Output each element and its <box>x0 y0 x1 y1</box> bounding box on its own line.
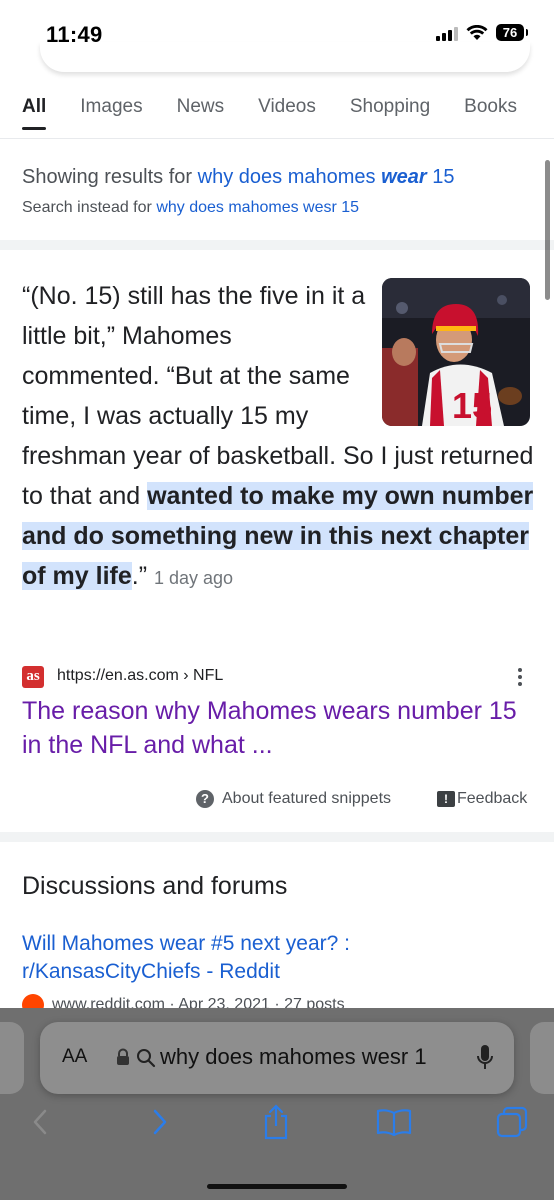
share-button[interactable] <box>256 1102 296 1142</box>
as-favicon: as <box>22 666 44 688</box>
section-divider <box>0 240 554 250</box>
showing-prefix: Showing results for <box>22 166 193 188</box>
book-icon <box>376 1109 412 1136</box>
wifi-icon <box>466 24 488 40</box>
tab-videos[interactable]: Videos <box>258 96 316 136</box>
next-tab-peek[interactable] <box>530 1022 554 1094</box>
snippet-thumbnail[interactable]: 15 <box>382 278 530 426</box>
search-box[interactable] <box>40 42 530 72</box>
address-bar[interactable]: AA why does mahomes wesr 1 <box>40 1022 514 1094</box>
showing-results-line: Showing results for why does mahomes wea… <box>22 166 542 189</box>
help-icon: ? <box>196 790 214 808</box>
safari-toolbar <box>0 1102 554 1152</box>
microphone-icon[interactable] <box>476 1044 494 1072</box>
search-tabs: All Images News Videos Shopping Books <box>22 96 554 136</box>
snippet-source[interactable]: as https://en.as.com › NFL <box>22 664 542 692</box>
scrollbar[interactable] <box>545 160 550 300</box>
back-button[interactable] <box>20 1102 60 1142</box>
previous-tab-peek[interactable] <box>0 1022 24 1094</box>
instead-prefix: Search instead for <box>22 199 152 216</box>
safari-bottom-bar: AA why does mahomes wesr 1 <box>0 1008 554 1200</box>
source-url[interactable]: https://en.as.com › NFL <box>57 667 223 685</box>
search-icon <box>137 1049 156 1068</box>
about-featured-snippets[interactable]: ? About featured snippets <box>196 790 391 808</box>
bookmarks-button[interactable] <box>374 1102 414 1142</box>
tabs-divider <box>0 138 554 139</box>
chevron-right-icon <box>153 1109 167 1135</box>
battery-indicator: 76 <box>496 24 528 41</box>
lock-icon <box>117 1048 129 1065</box>
snippet-date: 1 day ago <box>153 568 234 588</box>
more-options-icon[interactable] <box>516 666 524 688</box>
chevron-left-icon <box>33 1109 47 1135</box>
share-icon <box>264 1104 288 1140</box>
snippet-result-title[interactable]: The reason why Mahomes wears number 15 i… <box>22 694 542 762</box>
snippet-footer: ? About featured snippets ! Feedback <box>0 790 554 814</box>
search-instead-line: Search instead for why does mahomes wesr… <box>22 199 542 217</box>
discussions-heading: Discussions and forums <box>22 872 288 900</box>
about-label: About featured snippets <box>222 790 392 807</box>
featured-snippet: 15 “(No. 15) still has the five in it a … <box>22 276 542 598</box>
original-query-link[interactable]: why does mahomes wesr 15 <box>156 199 359 216</box>
tab-shopping[interactable]: Shopping <box>350 96 430 136</box>
tab-images[interactable]: Images <box>80 96 142 136</box>
forward-button[interactable] <box>140 1102 180 1142</box>
tab-all[interactable]: All <box>22 96 47 136</box>
home-indicator <box>207 1184 347 1189</box>
svg-text:15: 15 <box>452 385 492 426</box>
feedback-button[interactable]: ! Feedback <box>437 790 527 808</box>
cellular-signal-icon <box>436 25 458 41</box>
snippet-text-end: .” <box>131 562 148 590</box>
feedback-label: Feedback <box>457 790 528 807</box>
discussion-link[interactable]: Will Mahomes wear #5 next year? : r/Kans… <box>22 930 522 986</box>
spelling-correction: Showing results for why does mahomes wea… <box>22 166 542 217</box>
feedback-icon: ! <box>437 791 455 807</box>
reader-settings-button[interactable]: AA <box>62 1046 87 1068</box>
address-text[interactable]: why does mahomes wesr 1 <box>160 1044 480 1070</box>
tabs-button[interactable] <box>492 1102 532 1142</box>
corrected-query-link[interactable]: why does mahomes wear 15 <box>198 166 455 188</box>
tabs-icon <box>496 1106 528 1138</box>
section-divider <box>0 832 554 842</box>
tab-books[interactable]: Books <box>464 96 517 136</box>
tab-news[interactable]: News <box>177 96 225 136</box>
status-icons: 76 <box>436 24 528 41</box>
